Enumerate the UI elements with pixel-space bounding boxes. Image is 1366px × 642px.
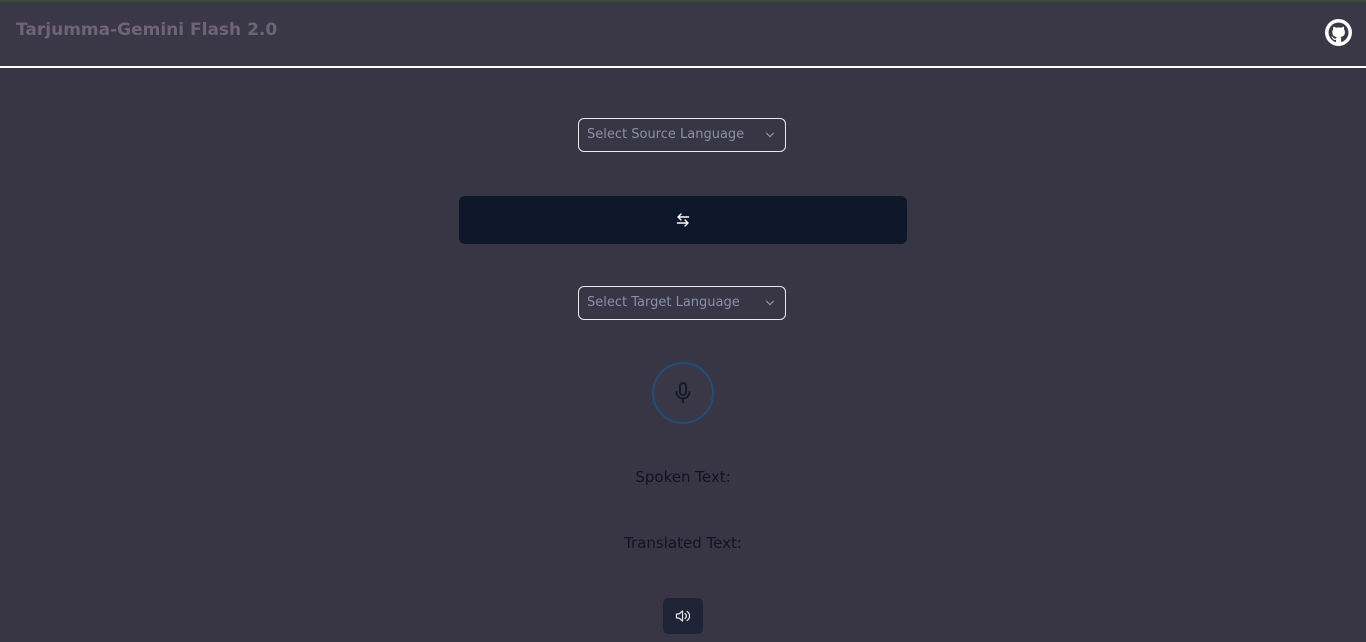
chevron-down-icon <box>765 132 775 138</box>
translated-text-label: Translated Text: <box>624 534 742 552</box>
swap-languages-button[interactable] <box>459 196 907 244</box>
spoken-text-label: Spoken Text: <box>635 468 731 486</box>
speak-translation-button[interactable] <box>663 598 703 634</box>
target-language-select[interactable]: Select Target Language <box>578 286 786 320</box>
speaker-icon <box>675 610 691 622</box>
source-language-placeholder: Select Source Language <box>587 127 745 142</box>
source-language-select[interactable]: Select Source Language <box>578 118 786 152</box>
target-language-placeholder: Select Target Language <box>587 295 740 310</box>
app-title: Tarjumma-Gemini Flash 2.0 <box>16 20 278 40</box>
microphone-button[interactable] <box>652 362 714 424</box>
swap-arrows-icon <box>676 213 690 227</box>
app-header: Tarjumma-Gemini Flash 2.0 <box>0 2 1366 68</box>
chevron-down-icon <box>765 300 775 306</box>
github-link[interactable] <box>1325 19 1352 46</box>
github-icon <box>1325 19 1352 46</box>
translator-panel: Select Source Language Select Target Lan… <box>0 68 1366 642</box>
microphone-icon <box>675 382 691 404</box>
